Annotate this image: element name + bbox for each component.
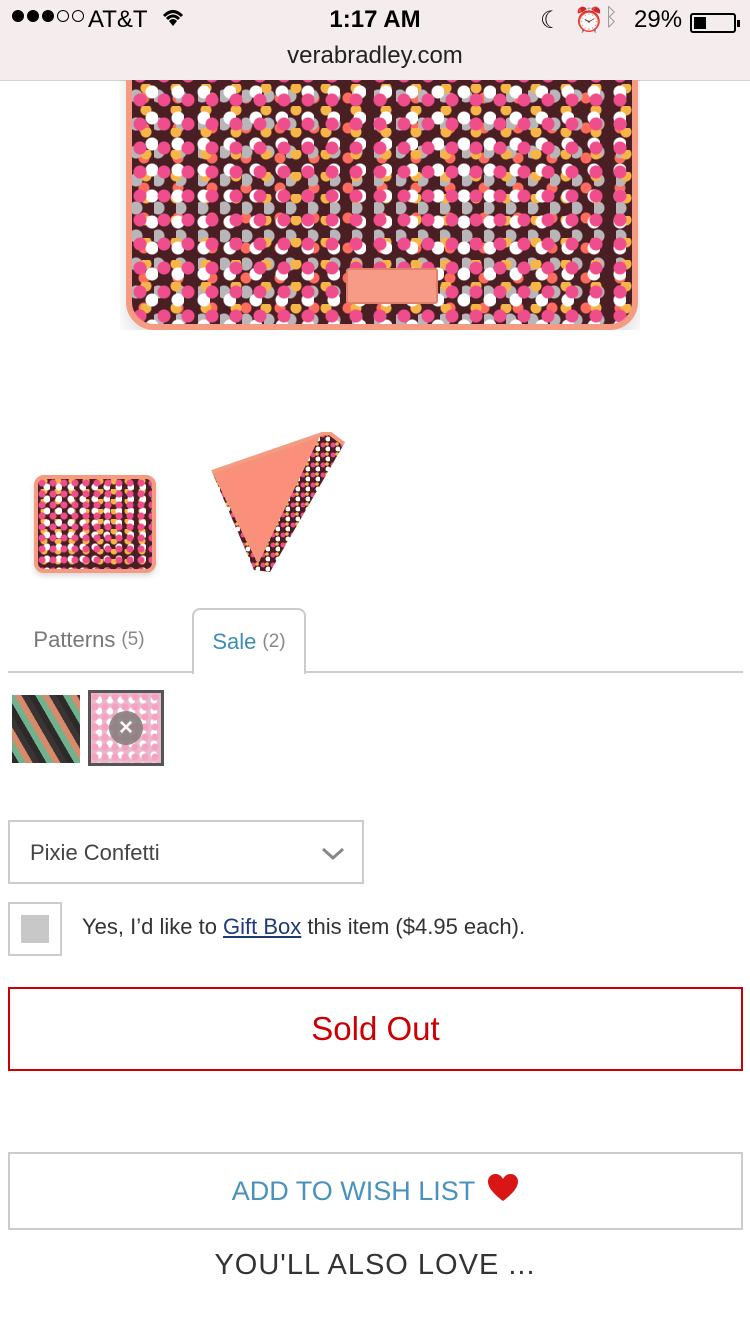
thumbnail-front[interactable]	[34, 475, 156, 573]
gift-box-checkbox[interactable]	[8, 902, 62, 956]
battery-icon	[690, 13, 740, 33]
pattern-swatch[interactable]	[12, 695, 80, 763]
close-icon: ×	[109, 711, 143, 745]
tab-patterns-count: (5)	[121, 629, 145, 650]
battery-percent: 29%	[634, 6, 683, 33]
tab-sale-label: Sale	[212, 629, 257, 654]
moon-icon: ☾	[540, 7, 562, 34]
url-bar[interactable]: verabradley.com	[0, 42, 750, 70]
product-image[interactable]	[120, 80, 640, 330]
alarm-icon: ⏰	[574, 7, 604, 34]
status-bar: AT&T 1:17 AM ☾ ⏰ ᛒ 29% verabradley.com	[0, 0, 750, 81]
tab-sale-count: (2)	[262, 631, 286, 652]
heart-icon	[487, 1173, 519, 1210]
gift-prefix: Yes, I’d like to	[82, 914, 224, 939]
gift-suffix: this item ($4.95 each).	[301, 914, 526, 939]
gift-box-label: Yes, I’d like to Gift Box this item ($4.…	[82, 914, 525, 940]
gift-box-link[interactable]: Gift Box	[223, 914, 301, 939]
sold-out-button[interactable]: Sold Out	[8, 987, 743, 1071]
tab-sale[interactable]: Sale (2)	[192, 608, 306, 674]
pattern-swatch-selected[interactable]: ×	[88, 690, 164, 766]
section-title: YOU'LL ALSO LOVE ...	[214, 1249, 536, 1281]
tab-patterns[interactable]: Patterns (5)	[8, 608, 170, 672]
bluetooth-icon: ᛒ	[604, 4, 619, 31]
add-to-wish-list-button[interactable]: ADD TO WISH LIST	[8, 1152, 743, 1230]
pattern-select-value: Pixie Confetti	[30, 840, 160, 865]
tab-patterns-label: Patterns	[33, 627, 116, 652]
wish-list-label: ADD TO WISH LIST	[231, 1175, 476, 1206]
brand-tag	[346, 268, 438, 304]
laptop-sleeve-image	[126, 80, 638, 330]
pattern-select[interactable]: Pixie Confetti	[8, 820, 364, 884]
thumbnail-open[interactable]	[210, 429, 350, 572]
chevron-down-icon	[320, 840, 346, 866]
